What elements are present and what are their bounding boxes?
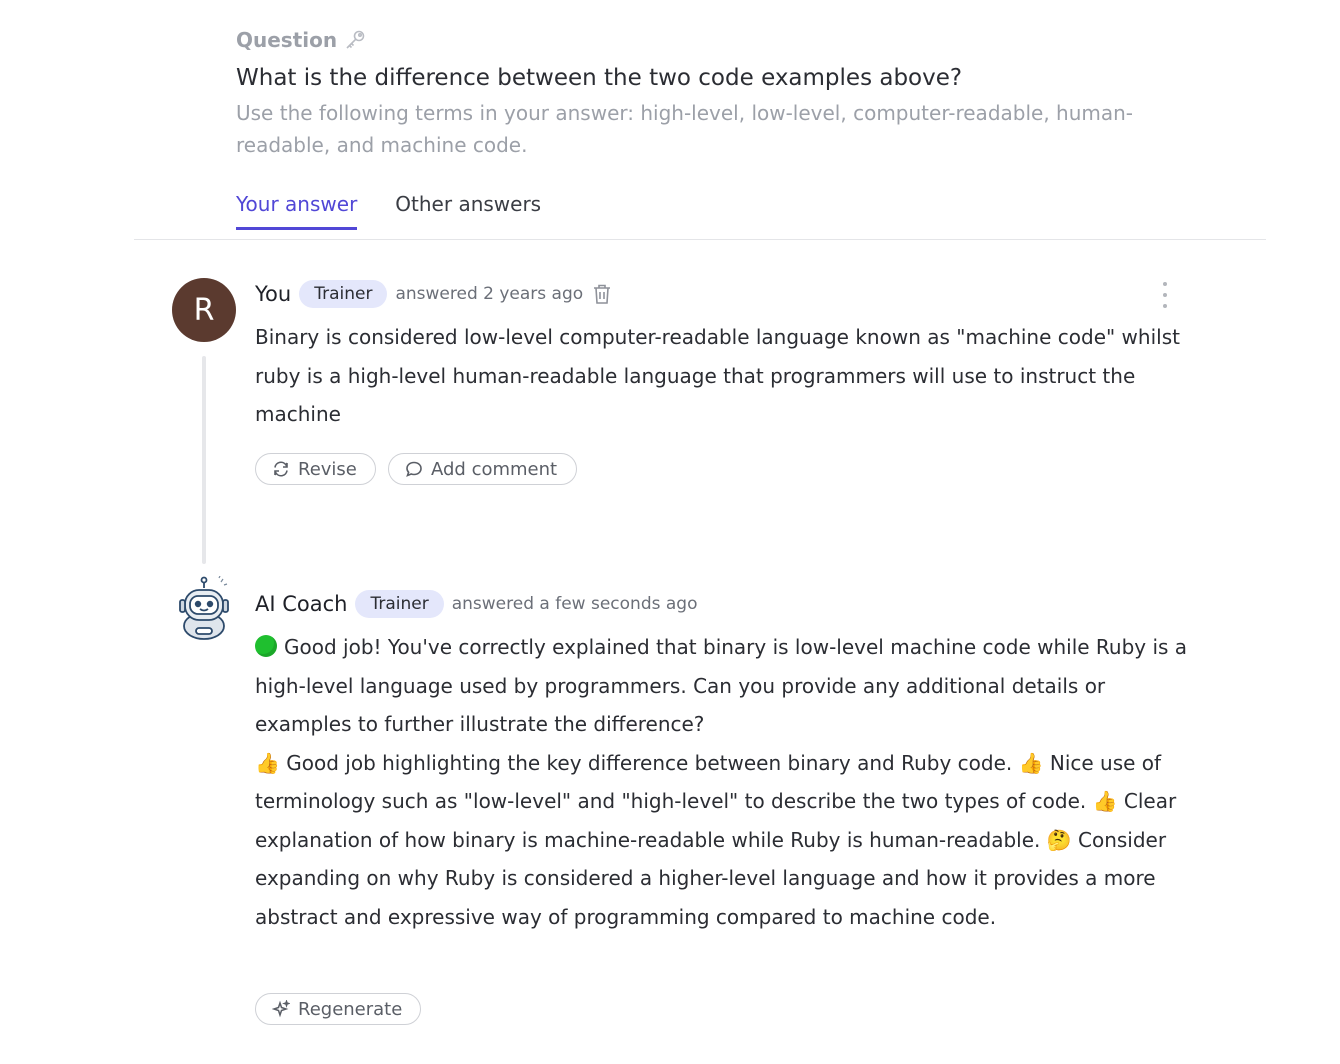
ai-answer-text: Good job! You've correctly explained tha… [255,628,1195,936]
user-answer-text: Binary is considered low-level computer-… [255,325,1180,426]
thumbs-up-icon: 👍 [1092,789,1118,813]
ai-role-badge: Trainer [355,590,444,618]
ai-feedback-1: Good job highlighting the key difference… [286,750,1013,775]
regenerate-label: Regenerate [298,998,403,1020]
sparkle-icon [272,1000,290,1018]
tabs-divider [134,239,1266,240]
trash-icon[interactable] [591,282,613,306]
question-label: Question [236,28,338,52]
key-icon [346,30,365,49]
thread-line [202,356,206,564]
ai-paragraph-1: Good job! You've correctly explained tha… [255,635,1188,736]
thinking-face-icon: 🤔 [1046,827,1072,852]
question-hint: Use the following terms in your answer: … [236,101,1134,157]
ai-answer-meta: AI Coach Trainer answered a few seconds … [255,590,698,618]
ai-coach-robot-icon [179,576,229,640]
thumbs-up-icon: 👍 [1018,750,1044,775]
revise-label: Revise [298,458,357,480]
regenerate-button[interactable]: Regenerate [255,993,421,1025]
answer-tabs: Your answer Other answers [236,192,541,230]
user-role-badge: Trainer [299,280,388,308]
tab-other-answers[interactable]: Other answers [395,192,541,230]
user-avatar: R [172,278,236,342]
thumbs-up-icon: 👍 [255,750,280,775]
ai-author-name: AI Coach [255,592,348,616]
ai-feedback-block: 👍 Good job highlighting the key differen… [255,744,1195,937]
refresh-icon [274,461,288,477]
more-options-icon[interactable] [1157,282,1173,308]
user-author-name: You [255,282,292,306]
question-header: Question [236,28,367,52]
comment-icon [406,461,422,477]
question-title: What is the difference between the two c… [236,65,963,91]
ai-answer-timestamp: answered a few seconds ago [451,594,698,614]
revise-button[interactable]: Revise [255,453,376,485]
add-comment-label: Add comment [431,458,558,480]
user-answer-timestamp: answered 2 years ago [395,284,584,304]
user-answer-meta: You Trainer answered 2 years ago [255,280,613,308]
green-circle-icon [255,635,277,657]
add-comment-button[interactable]: Add comment [388,453,577,485]
tab-your-answer[interactable]: Your answer [236,192,358,230]
